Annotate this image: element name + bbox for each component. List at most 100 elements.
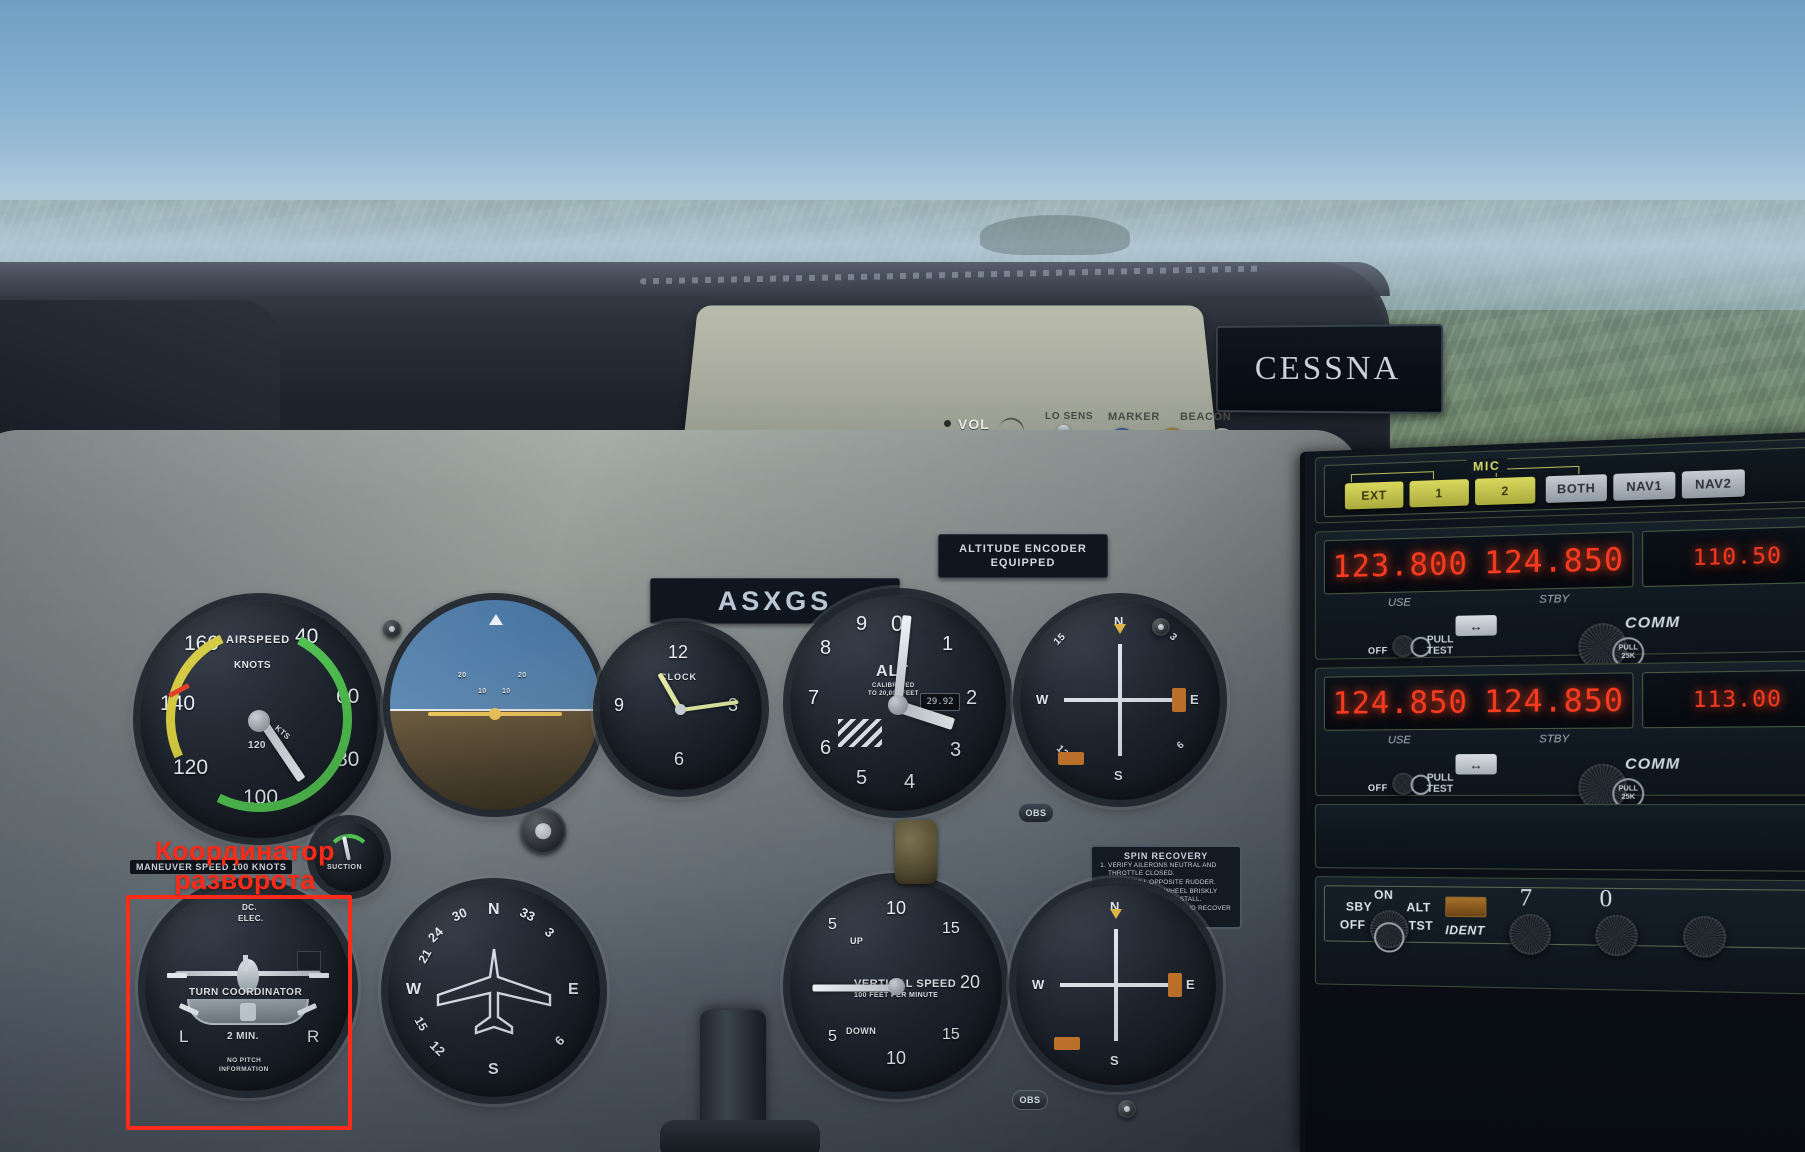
hdg-cardinal-n: N [488, 901, 500, 918]
vsi-up-label: UP [850, 936, 864, 946]
nav2-cdi-indicator[interactable]: N E S W [1016, 885, 1216, 1085]
test-label: TEST [1426, 645, 1454, 657]
attitude-bank-pointer-icon [489, 614, 503, 625]
mic-button-nav1[interactable]: NAV1 [1613, 471, 1676, 501]
nav1-use-frequency[interactable]: 110.50 [1643, 541, 1805, 571]
comm2-pull-test-label: PULL TEST [1427, 773, 1454, 795]
nav1-heading-bug-icon [1114, 624, 1126, 634]
turn-coordinator[interactable]: DC. ELEC. TURN COORDINATOR L R 2 MIN. NO… [145, 885, 351, 1091]
swap-arrows-icon: ↔ [1469, 617, 1483, 634]
clock-instrument[interactable]: 12 3 6 9 CLOCK [600, 628, 762, 790]
attitude-pitch-10-dn: 10 [502, 688, 511, 695]
panel-screw-left [383, 620, 401, 638]
nav2-use-frequency[interactable]: 113.00 [1643, 685, 1805, 712]
heading-aircraft-symbol-icon [432, 943, 556, 1039]
transponder-ident-light[interactable] [1445, 896, 1487, 918]
transponder-code-knob-3[interactable] [1682, 915, 1727, 959]
annotation-line1: Координатор [155, 836, 335, 866]
transponder-mode-pointer [1374, 921, 1405, 953]
nav1-course-flag-icon [1172, 688, 1186, 712]
obs-button-upper[interactable]: OBS [1018, 803, 1054, 823]
transponder-digit-2: 0 [1599, 885, 1613, 913]
mic-button-nav2[interactable]: NAV2 [1681, 469, 1745, 499]
vsi-num-15-dn: 15 [942, 1026, 960, 1043]
vsi-num-5-dn: 5 [828, 1028, 837, 1045]
heading-indicator[interactable]: N E S W 3 6 12 15 21 24 30 33 [388, 885, 600, 1097]
airspeed-indicator[interactable]: AIRSPEED KNOTS 40 60 80 100 120 140 160 … [140, 600, 378, 838]
comm1-mode-label: COMM [1625, 613, 1681, 633]
comm1-pull-test-label: PULL TEST [1427, 634, 1454, 657]
transponder-alt-label[interactable]: ALT [1406, 900, 1430, 914]
turn-coordinator-right-mark [309, 973, 329, 978]
mic-button-2[interactable]: 2 [1475, 476, 1536, 506]
attitude-pitch-10-up: 10 [478, 688, 487, 695]
field-patch [980, 215, 1130, 255]
turn-coordinator-annotation-label: Координатор разворота [150, 837, 340, 895]
panel-screw-mid [520, 808, 566, 854]
altimeter-10000-hatch [838, 719, 882, 747]
attitude-ground [390, 709, 600, 810]
transponder-sby-label[interactable]: SBY [1346, 899, 1372, 913]
attitude-indicator[interactable]: 20 10 10 20 [390, 600, 600, 810]
mic-button-both[interactable]: BOTH [1545, 474, 1607, 504]
comm2-off-label: OFF [1368, 782, 1388, 793]
kollsman-value: 29.92 [926, 697, 954, 707]
hdg-num-15: 15 [411, 1014, 431, 1034]
alt-num-5: 5 [856, 767, 868, 789]
nav2-course-flag-icon [1168, 973, 1182, 997]
pull25k-line1: PULL [1618, 785, 1638, 793]
panel-screw-lower [1118, 1100, 1136, 1118]
nav2-frequency-row: 113.00 [1642, 669, 1805, 729]
transponder-on-label[interactable]: ON [1374, 888, 1393, 902]
comm2-nav2-unit: 124.850 124.850 USE STBY 113.00 ↔ COMM P… [1314, 659, 1805, 812]
transponder-unit: SBY ON ALT OFF TST IDENT 7 0 [1314, 876, 1805, 996]
altimeter[interactable]: 0 1 2 3 4 5 6 7 8 9 ALT CALIBRATED TO 20… [790, 595, 1006, 811]
nav1-cdi-indicator[interactable]: N E S W 3 6 12 15 [1020, 600, 1220, 800]
vsi-num-20: 20 [960, 972, 981, 992]
turn-coordinator-right-label: R [307, 1027, 320, 1046]
mic-button-1[interactable]: 1 [1409, 479, 1469, 508]
hdg-num-33: 33 [517, 904, 538, 925]
alt-num-2: 2 [966, 687, 978, 709]
comm2-frequency-row: 124.850 124.850 [1323, 672, 1634, 731]
turn-coordinator-elec-label: ELEC. [238, 914, 264, 923]
comm2-mode-label: COMM [1625, 755, 1681, 773]
control-column-base [660, 1120, 820, 1152]
primer-knob[interactable] [895, 820, 937, 884]
comm1-frequency-row: 123.800 124.850 [1323, 531, 1634, 595]
transponder-tst-label[interactable]: TST [1408, 918, 1433, 933]
pull25k-line2: 25K [1621, 652, 1636, 661]
vsi-num-10-up: 10 [886, 898, 907, 918]
comm2-labels-row: USE STBY [1324, 728, 1634, 749]
clock-9: 9 [614, 695, 625, 715]
comm2-use-frequency[interactable]: 124.850 [1325, 684, 1476, 721]
obs-button-lower[interactable]: OBS [1012, 1090, 1048, 1110]
vsi-num-5-up: 5 [828, 916, 837, 933]
turn-coordinator-ball [240, 1003, 256, 1021]
mic-button-ext[interactable]: EXT [1344, 481, 1404, 510]
vertical-speed-indicator[interactable]: UP DOWN VERTICAL SPEED 100 FEET PER MINU… [790, 880, 1002, 1092]
vsi-num-15-up: 15 [942, 920, 960, 937]
comm1-stby-frequency[interactable]: 124.850 [1476, 541, 1632, 581]
transponder-off-label[interactable]: OFF [1340, 918, 1366, 932]
alt-calibrated-line1: CALIBRATED [872, 683, 915, 689]
comm2-stby-frequency[interactable]: 124.850 [1476, 682, 1632, 720]
alt-num-1: 1 [942, 633, 954, 655]
turn-coordinator-2min-label: 2 MIN. [227, 1031, 259, 1042]
nav1-frequency-row: 110.50 [1642, 525, 1805, 588]
transponder-ident-label: IDENT [1445, 922, 1485, 938]
nav1-gs-flag [1058, 752, 1084, 765]
turn-coordinator-left-mark [167, 973, 187, 978]
comm1-use-frequency[interactable]: 123.800 [1325, 546, 1476, 585]
transponder-code-knob-2[interactable] [1595, 914, 1638, 957]
turn-coordinator-note-line2: INFORMATION [219, 1066, 269, 1073]
nav2-cardinal-e: E [1186, 977, 1196, 992]
blank-radio-unit [1314, 804, 1805, 872]
mic-title: MIC [1466, 458, 1507, 475]
transponder-code-knob-1[interactable] [1509, 913, 1552, 956]
nav1-cardinal-s: S [1114, 768, 1124, 783]
spin-recovery-title: SPIN RECOVERY [1123, 851, 1209, 861]
comm1-swap-button[interactable]: ↔ [1455, 614, 1497, 637]
comm2-swap-button[interactable]: ↔ [1455, 753, 1497, 775]
audio-selector-unit: MIC EXT 1 2 BOTH NAV1 NAV2 [1314, 437, 1805, 524]
